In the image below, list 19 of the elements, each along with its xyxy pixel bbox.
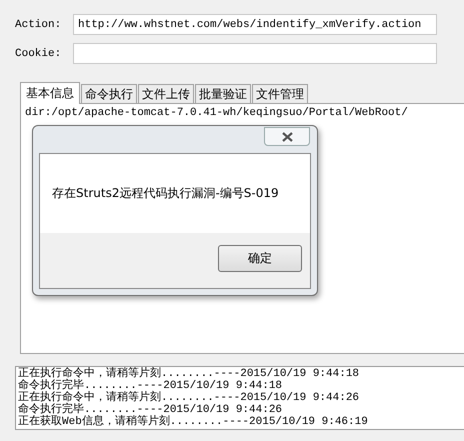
log-line: 命令执行完毕........----2015/10/19 9:44:18 [18,380,284,392]
log-line: 正在获取Web信息，请稍等片刻........----2015/10/19 9:46:19 [18,416,369,428]
input-field[interactable]: http://ww.whstnet.com/webs/indentify_xmVerify.action [73,14,437,35]
field-label: Cookie: [15,48,62,60]
input-field[interactable] [73,43,437,64]
log-line: 正在执行命令中，请稍等片刻........----2015/10/19 9:44:26 [18,392,360,404]
ok-button[interactable]: 确定 [218,245,302,272]
tab[interactable]: 批量验证 [195,84,251,103]
log-line: 正在执行命令中，请稍等片刻........----2015/10/19 9:44:18 [18,368,360,380]
tab[interactable]: 命令执行 [81,84,137,103]
tab[interactable]: 基本信息 [20,82,80,104]
tab[interactable]: 文件上传 [138,84,194,103]
close-button[interactable] [264,127,310,146]
log-line: 命令执行完毕........----2015/10/19 9:44:26 [18,404,282,416]
path-text: dir:/opt/apache-tomcat-7.0.41-wh/keqingsuo/Portal/WebRoot/ [25,107,409,119]
close-icon [282,132,292,142]
field-label: Action: [15,18,62,30]
tab[interactable]: 文件管理 [252,84,308,103]
dialog-message: 存在Struts2远程代码执行漏洞-编号S-019 [52,185,279,202]
